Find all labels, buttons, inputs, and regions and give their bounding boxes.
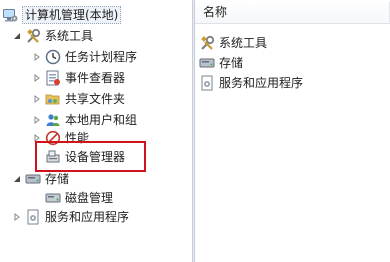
details-list: 名称 系统工具 存储 服务和应用程序 [195,0,390,262]
expand-arrow-icon[interactable] [32,95,41,104]
list-item-storage[interactable]: 存储 [199,53,243,73]
expand-arrow-icon[interactable] [32,53,41,62]
clock-icon [45,49,61,65]
list-item-label: 服务和应用程序 [219,76,304,90]
services-icon [199,75,215,91]
tools-icon [25,28,41,44]
storage-icon [199,55,215,71]
tree-node-label: 共享文件夹 [65,92,126,106]
tools-icon [199,35,215,51]
tree-node-local-users-groups[interactable]: 本地用户和组 [32,110,137,130]
navigation-tree: 计算机管理(本地) 系统工具 任务计划程序 事件查看器 共享文件夹 本地用户和组… [0,0,192,262]
collapse-arrow-icon[interactable] [12,175,21,184]
tree-node-computer-management[interactable]: 计算机管理(本地) [2,5,122,25]
tree-node-task-scheduler[interactable]: 任务计划程序 [32,47,137,67]
tree-node-label: 事件查看器 [65,71,126,85]
shared-folder-icon [45,91,61,107]
tree-node-system-tools[interactable]: 系统工具 [12,26,93,46]
users-icon [45,112,61,128]
list-item-label: 系统工具 [219,36,268,50]
disk-management-icon [45,190,61,206]
tree-node-label: 任务计划程序 [65,50,138,64]
tree-node-event-viewer[interactable]: 事件查看器 [32,68,125,88]
column-header-label: 名称 [203,4,228,19]
list-item-system-tools[interactable]: 系统工具 [199,33,267,53]
list-item-label: 存储 [219,56,244,70]
tree-node-label: 存储 [45,172,70,186]
tree-node-label: 系统工具 [45,29,94,43]
column-header-name[interactable]: 名称 [195,0,390,24]
event-viewer-icon [45,70,61,86]
computer-management-icon [2,7,18,23]
highlight-box [35,141,146,172]
tree-node-storage[interactable]: 存储 [12,169,69,189]
tree-node-shared-folders[interactable]: 共享文件夹 [32,89,125,109]
tree-node-label: 服务和应用程序 [45,210,130,224]
expand-arrow-icon[interactable] [32,74,41,83]
expand-arrow-icon[interactable] [12,213,21,222]
tree-node-label: 本地用户和组 [65,113,138,127]
tree-node-label: 计算机管理(本地) [22,6,122,24]
services-icon [25,209,41,225]
list-item-services-apps[interactable]: 服务和应用程序 [199,73,303,93]
storage-icon [25,171,41,187]
tree-node-services-apps[interactable]: 服务和应用程序 [12,207,129,227]
tree-node-disk-management[interactable]: 磁盘管理 [45,188,113,208]
collapse-arrow-icon[interactable] [12,32,21,41]
expand-arrow-icon[interactable] [32,116,41,125]
tree-node-label: 磁盘管理 [65,191,114,205]
